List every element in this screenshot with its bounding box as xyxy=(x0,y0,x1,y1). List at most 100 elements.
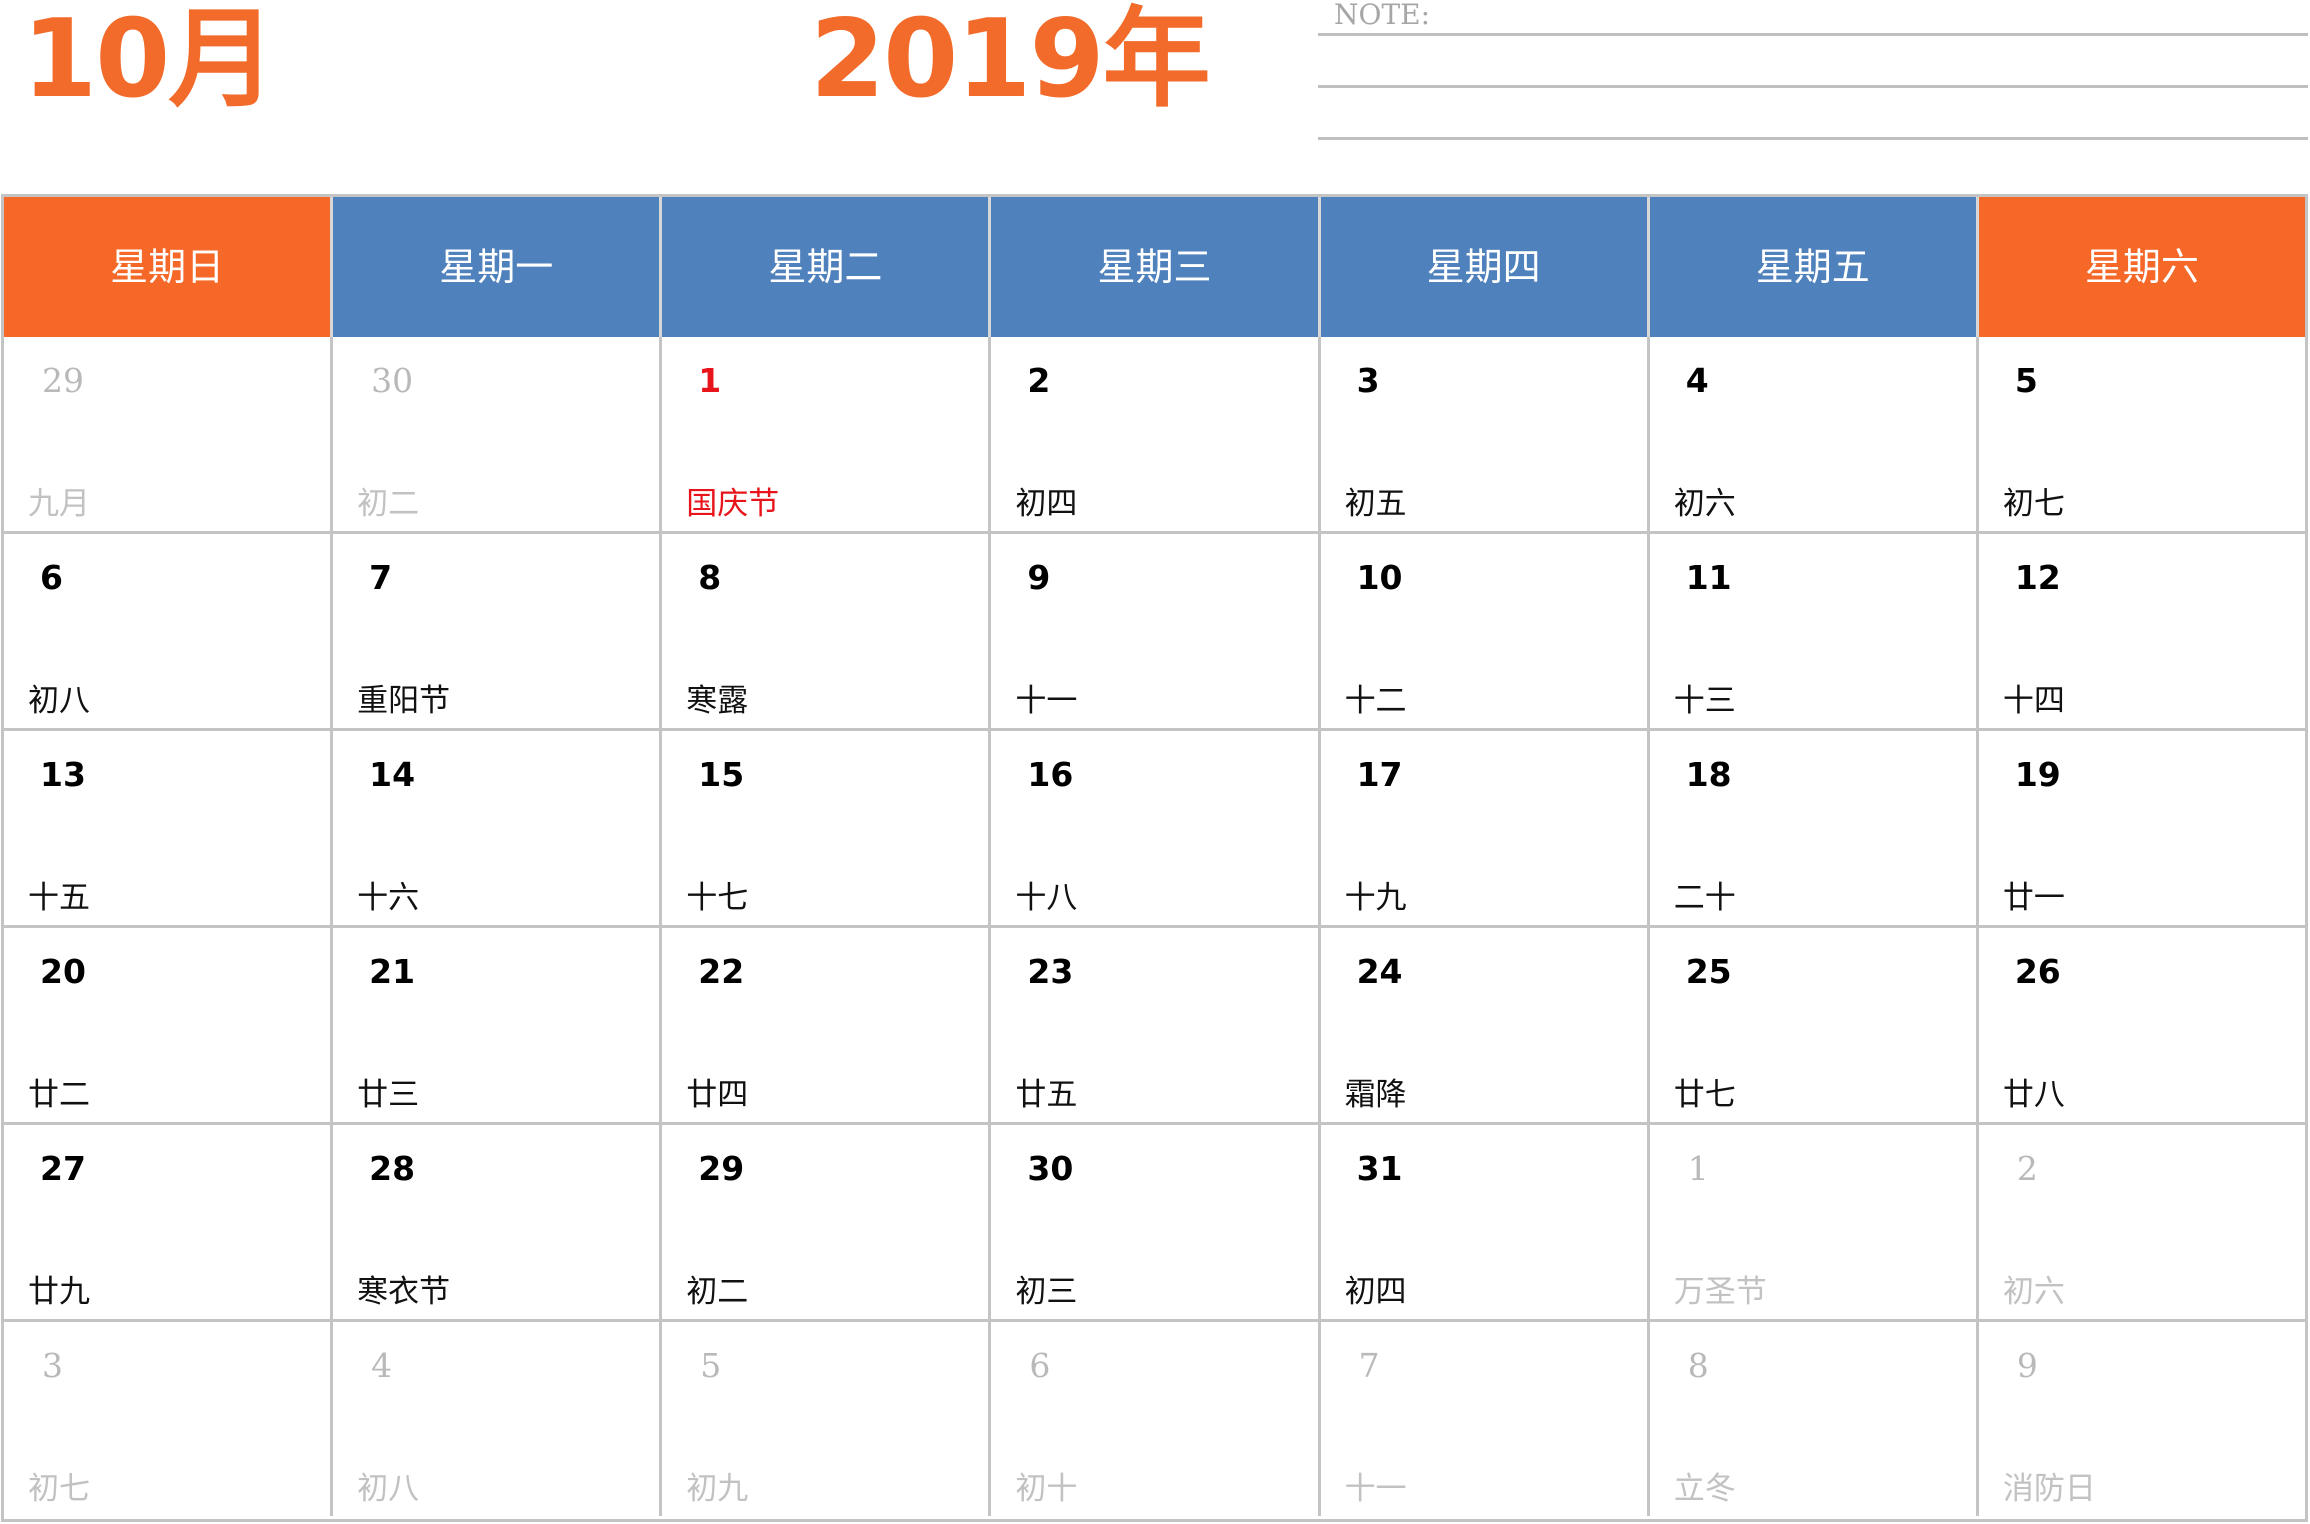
note-line xyxy=(1318,33,2308,36)
day-number: 27 xyxy=(40,1149,86,1188)
weekday-header-1: 星期一 xyxy=(333,197,663,337)
day-number: 7 xyxy=(1358,1346,1380,1385)
week-row: 20 廿二 21 廿三 22 廿四 23 廿五 24 霜降 25 廿七 26 廿八 xyxy=(4,925,2305,1122)
day-number: 9 xyxy=(1027,558,1051,597)
lunar-date-label: 十七 xyxy=(686,880,749,916)
weekday-header-5: 星期五 xyxy=(1649,197,1979,337)
day-cell[interactable]: 12 十四 xyxy=(1979,534,2305,728)
day-number: 6 xyxy=(40,558,63,597)
day-number: 31 xyxy=(1356,1149,1403,1188)
day-cell[interactable]: 10 十二 xyxy=(1321,534,1650,728)
day-number: 2 xyxy=(2016,1149,2038,1188)
day-cell[interactable]: 31 初四 xyxy=(1321,1125,1650,1319)
day-cell[interactable]: 13 十五 xyxy=(4,731,334,925)
lunar-date-label: 廿九 xyxy=(28,1274,90,1310)
day-cell[interactable]: 8 立冬 xyxy=(1650,1322,1979,1516)
month-title: 10月 xyxy=(22,0,276,122)
lunar-date-label: 廿八 xyxy=(2002,1077,2065,1113)
day-cell[interactable]: 5 初九 xyxy=(662,1322,992,1516)
week-row: 3 初七 4 初八 5 初九 6 初十 7 十一 8 立冬 9 消防日 xyxy=(4,1319,2305,1516)
day-cell[interactable]: 5 初七 xyxy=(1979,337,2305,531)
day-number: 15 xyxy=(698,755,745,794)
lunar-date-label: 国庆节 xyxy=(686,486,780,522)
day-cell[interactable]: 15 十七 xyxy=(662,731,992,925)
day-number: 6 xyxy=(1029,1346,1051,1385)
day-cell[interactable]: 3 初五 xyxy=(1321,337,1650,531)
day-cell[interactable]: 7 十一 xyxy=(1321,1322,1650,1516)
day-number: 20 xyxy=(40,952,86,991)
day-number: 18 xyxy=(1685,755,1732,794)
day-cell[interactable]: 9 十一 xyxy=(991,534,1321,728)
lunar-date-label: 初七 xyxy=(2002,486,2065,522)
lunar-date-label: 万圣节 xyxy=(1673,1274,1767,1310)
lunar-date-label: 十一 xyxy=(1344,1471,1407,1507)
day-number: 21 xyxy=(369,952,416,991)
day-cell[interactable]: 6 初十 xyxy=(991,1322,1321,1516)
day-cell[interactable]: 30 初三 xyxy=(991,1125,1321,1319)
day-cell[interactable]: 26 廿八 xyxy=(1979,928,2305,1122)
day-number: 8 xyxy=(1687,1346,1709,1385)
lunar-date-label: 初二 xyxy=(357,486,420,522)
weekday-header-4: 星期四 xyxy=(1320,197,1650,337)
lunar-date-label: 二十 xyxy=(1673,880,1736,916)
day-number: 4 xyxy=(371,1346,393,1385)
lunar-date-label: 立冬 xyxy=(1673,1471,1736,1507)
day-cell[interactable]: 25 廿七 xyxy=(1650,928,1979,1122)
lunar-date-label: 初九 xyxy=(686,1471,749,1507)
lunar-date-label: 初八 xyxy=(28,683,90,719)
day-cell[interactable]: 29 初二 xyxy=(662,1125,992,1319)
day-cell[interactable]: 20 廿二 xyxy=(4,928,334,1122)
lunar-date-label: 寒衣节 xyxy=(357,1274,451,1310)
weekday-header-row: 星期日 星期一 星期二 星期三 星期四 星期五 星期六 xyxy=(4,197,2305,337)
day-cell[interactable]: 8 寒露 xyxy=(662,534,992,728)
day-number: 28 xyxy=(369,1149,416,1188)
weekday-header-0: 星期日 xyxy=(4,197,334,337)
day-cell[interactable]: 29 九月 xyxy=(4,337,334,531)
year-title: 2019年 xyxy=(810,0,1211,122)
day-cell[interactable]: 6 初八 xyxy=(4,534,334,728)
lunar-date-label: 初六 xyxy=(1673,486,1736,522)
lunar-date-label: 十四 xyxy=(2002,683,2065,719)
day-number: 5 xyxy=(700,1346,722,1385)
day-cell[interactable]: 30 初二 xyxy=(333,337,663,531)
day-cell[interactable]: 27 廿九 xyxy=(4,1125,334,1319)
day-cell[interactable]: 11 十三 xyxy=(1650,534,1979,728)
lunar-date-label: 初四 xyxy=(1344,1274,1407,1310)
weekday-header-3: 星期三 xyxy=(991,197,1321,337)
day-cell[interactable]: 28 寒衣节 xyxy=(333,1125,663,1319)
day-number: 4 xyxy=(1685,361,1709,400)
lunar-date-label: 消防日 xyxy=(2002,1471,2096,1507)
day-cell[interactable]: 21 廿三 xyxy=(333,928,663,1122)
day-cell[interactable]: 18 二十 xyxy=(1650,731,1979,925)
day-cell[interactable]: 1 国庆节 xyxy=(662,337,992,531)
day-cell[interactable]: 3 初七 xyxy=(4,1322,334,1516)
day-number: 14 xyxy=(369,755,416,794)
day-cell[interactable]: 16 十八 xyxy=(991,731,1321,925)
lunar-date-label: 霜降 xyxy=(1344,1077,1407,1113)
day-cell[interactable]: 1 万圣节 xyxy=(1650,1125,1979,1319)
day-cell[interactable]: 4 初六 xyxy=(1650,337,1979,531)
day-cell[interactable]: 7 重阳节 xyxy=(333,534,663,728)
week-row: 13 十五 14 十六 15 十七 16 十八 17 十九 18 二十 19 廿一 xyxy=(4,728,2305,925)
day-cell[interactable]: 2 初六 xyxy=(1979,1125,2305,1319)
day-cell[interactable]: 22 廿四 xyxy=(662,928,992,1122)
day-cell[interactable]: 9 消防日 xyxy=(1979,1322,2305,1516)
day-number: 30 xyxy=(1027,1149,1074,1188)
day-cell[interactable]: 2 初四 xyxy=(991,337,1321,531)
week-rows: 29 九月 30 初二 1 国庆节 2 初四 3 初五 4 初六 5 初七 6 初八 7 重阳节 8 寒露 9 十一 10 十… xyxy=(4,337,2305,1519)
lunar-date-label: 十一 xyxy=(1015,683,1078,719)
week-row: 29 九月 30 初二 1 国庆节 2 初四 3 初五 4 初六 5 初七 xyxy=(4,337,2305,531)
lunar-date-label: 初四 xyxy=(1015,486,1078,522)
lunar-date-label: 九月 xyxy=(28,486,90,522)
day-cell[interactable]: 23 廿五 xyxy=(991,928,1321,1122)
day-number: 1 xyxy=(698,361,722,400)
day-cell[interactable]: 4 初八 xyxy=(333,1322,663,1516)
day-cell[interactable]: 19 廿一 xyxy=(1979,731,2305,925)
day-cell[interactable]: 24 霜降 xyxy=(1321,928,1650,1122)
day-cell[interactable]: 14 十六 xyxy=(333,731,663,925)
day-number: 9 xyxy=(2016,1346,2038,1385)
day-number: 1 xyxy=(1687,1149,1709,1188)
lunar-date-label: 寒露 xyxy=(686,683,749,719)
day-number: 23 xyxy=(1027,952,1074,991)
day-cell[interactable]: 17 十九 xyxy=(1321,731,1650,925)
